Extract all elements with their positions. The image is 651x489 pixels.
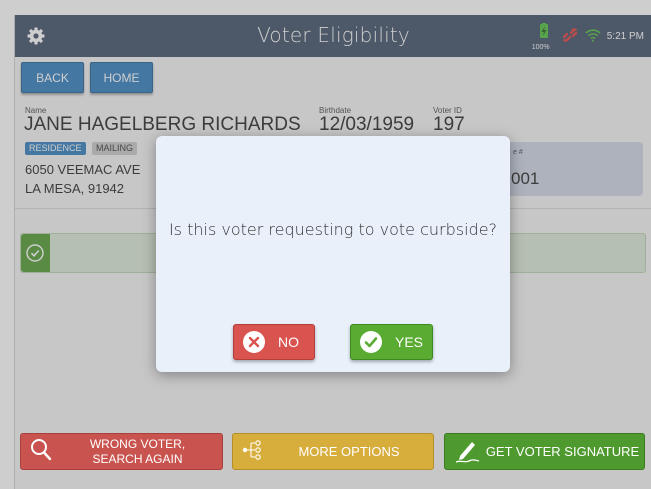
no-button[interactable]: NO <box>233 324 315 360</box>
wrong-voter-button[interactable]: WRONG VOTER, SEARCH AGAIN <box>20 433 223 470</box>
options-icon <box>241 437 265 466</box>
search-icon <box>29 437 53 466</box>
more-options-button[interactable]: MORE OPTIONS <box>232 433 434 470</box>
yes-button[interactable]: YES <box>350 324 433 360</box>
dialog-question: Is this voter requesting to vote curbsid… <box>168 220 498 239</box>
curbside-dialog: Is this voter requesting to vote curbsid… <box>156 136 510 372</box>
get-signature-label: GET VOTER SIGNATURE <box>485 444 640 459</box>
get-signature-button[interactable]: GET VOTER SIGNATURE <box>444 433 645 470</box>
no-label: NO <box>278 334 299 350</box>
wrong-voter-line-1: WRONG VOTER, <box>89 436 186 451</box>
close-icon <box>243 331 265 353</box>
pen-icon <box>453 436 481 467</box>
yes-label: YES <box>395 334 424 350</box>
check-icon <box>360 331 382 353</box>
more-options-label: MORE OPTIONS <box>298 444 400 459</box>
wrong-voter-line-2: SEARCH AGAIN <box>92 451 183 466</box>
